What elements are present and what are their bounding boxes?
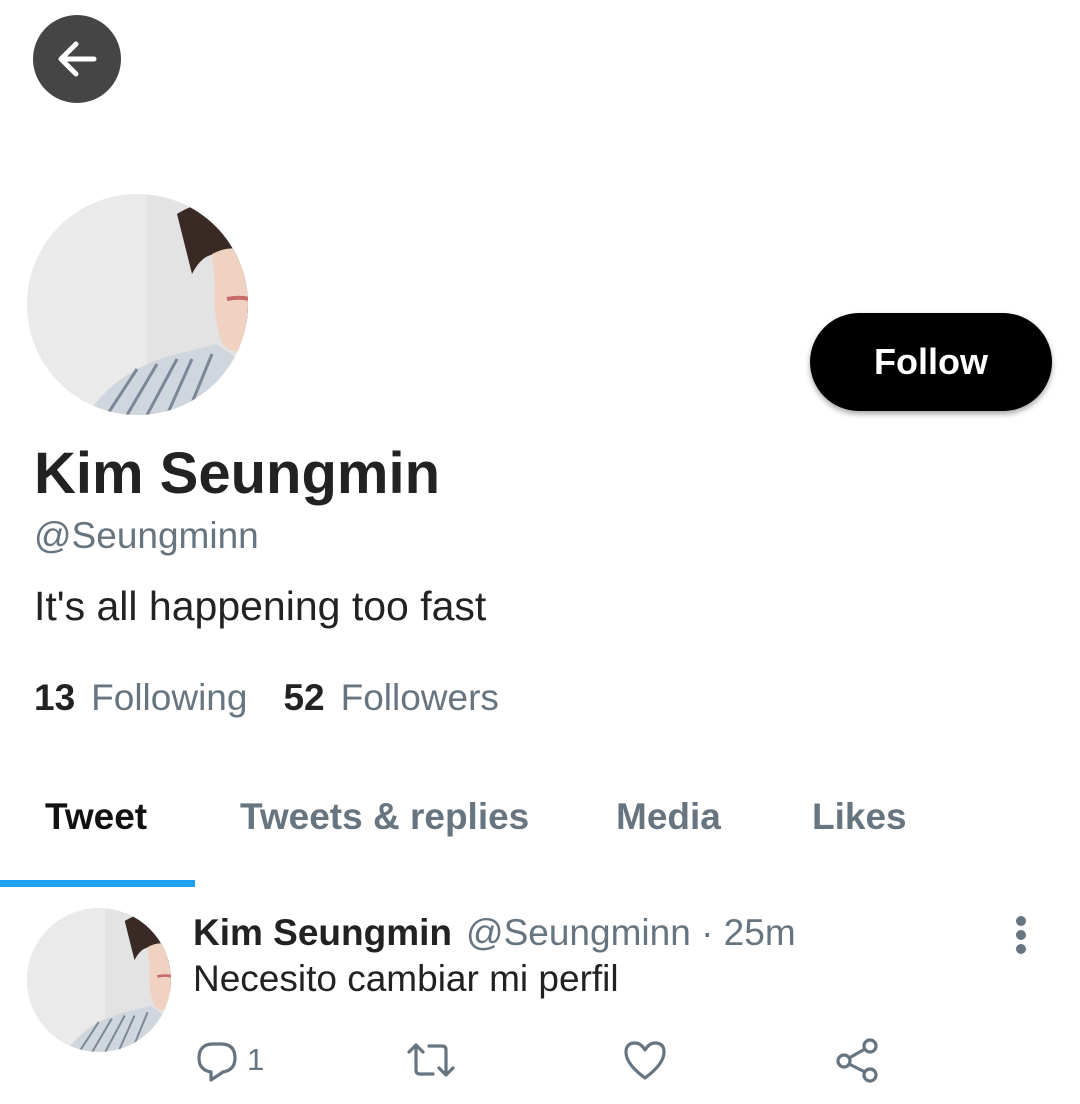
more-vertical-icon [1016,916,1026,954]
like-button[interactable] [622,1036,668,1084]
tweet-more-button[interactable] [1006,912,1036,958]
active-tab-indicator [0,880,195,887]
retweet-icon [407,1043,455,1077]
like-icon [624,1041,666,1080]
tweet-text: Necesito cambiar mi perfil [193,958,619,999]
profile-display-name: Kim Seungmin [34,441,441,506]
profile-bio: It's all happening too fast [34,583,487,629]
reply-button[interactable]: 1 [195,1036,264,1084]
share-icon [836,1038,878,1083]
profile-avatar[interactable] [27,194,248,415]
followers-label: Followers [340,677,499,718]
following-label: Following [91,677,248,718]
profile-stats: 13 Following 52 Followers [34,677,499,719]
share-button[interactable] [834,1036,880,1084]
reply-icon [197,1042,237,1082]
tweet-author-handle: @Seungminn [466,912,691,953]
tab-tweet[interactable]: Tweet [45,796,147,838]
tweet-avatar[interactable] [27,908,171,1052]
profile-handle: @Seungminn [34,515,259,556]
profile-page: Follow Kim Seungmin @Seungminn It's all … [0,0,1080,1104]
follow-button[interactable]: Follow [810,313,1052,411]
following-stat[interactable]: 13 Following [34,677,247,719]
tweet-separator: · [701,912,714,953]
arrow-left-icon [58,41,97,77]
tweet-time: 25m [723,912,796,953]
tab-tweets-and-replies[interactable]: Tweets & replies [240,796,529,838]
tweet-header: Kim Seungmin @Seungminn · 25m [193,912,796,954]
tab-media[interactable]: Media [616,796,721,838]
following-count: 13 [34,677,76,718]
reply-count: 1 [247,1042,265,1077]
back-button[interactable] [33,15,121,103]
followers-count: 52 [283,677,325,718]
tab-likes[interactable]: Likes [812,796,907,838]
followers-stat[interactable]: 52 Followers [283,677,498,719]
tweet-author-name[interactable]: Kim Seungmin [193,912,452,953]
retweet-button[interactable] [405,1036,457,1084]
